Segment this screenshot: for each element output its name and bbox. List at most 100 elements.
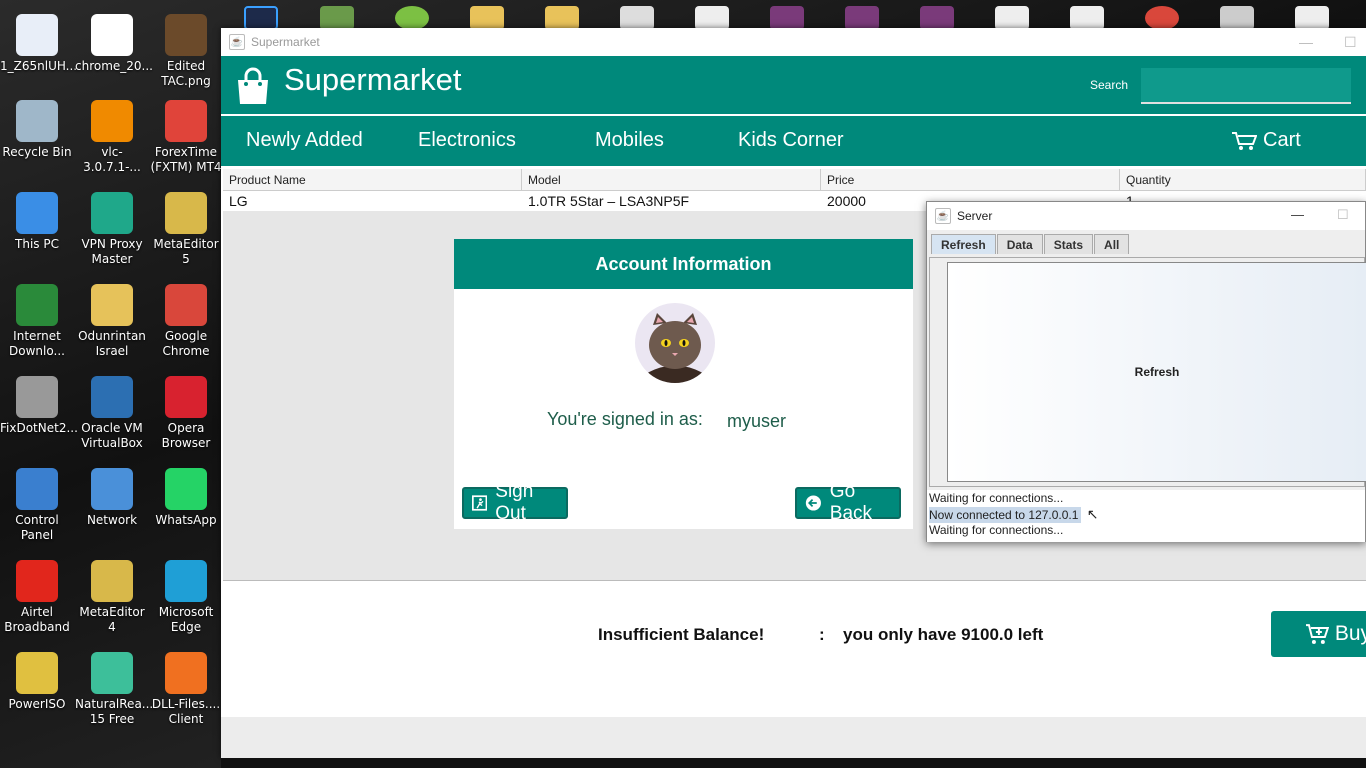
desktop-icon[interactable]: MetaEditor 5	[149, 192, 223, 267]
desktop-icon[interactable]: 1_Z65nlUH...	[0, 14, 77, 74]
column-header[interactable]: Model	[522, 169, 821, 190]
user-folder-icon	[91, 284, 133, 326]
winrar-icon[interactable]	[845, 6, 879, 30]
file-icon[interactable]	[620, 6, 654, 30]
desktop-icon[interactable]: WhatsApp	[149, 468, 223, 528]
desktop-icon-label: ForexTime (FXTM) MT4	[150, 145, 222, 174]
log-line: Waiting for connections...	[929, 491, 1064, 505]
cat-avatar-icon	[647, 313, 703, 383]
sign-out-button[interactable]: Sign Out	[462, 481, 568, 524]
metaeditor-icon	[91, 560, 133, 602]
photoshop-icon[interactable]	[244, 6, 278, 30]
log-line: Waiting for connections...	[929, 523, 1064, 537]
desktop-icon[interactable]: chrome_20...	[75, 14, 153, 74]
refresh-button[interactable]: Refresh	[947, 262, 1366, 482]
back-arrow-icon	[805, 495, 821, 511]
desktop-icon-label: MetaEditor 5	[153, 237, 219, 266]
desktop-icon[interactable]: Opera Browser	[149, 376, 223, 451]
window-title: Supermarket	[251, 35, 320, 49]
desktop-icon-label: WhatsApp	[155, 513, 217, 527]
tab-data[interactable]: Data	[996, 234, 1043, 254]
recycle-bin-icon	[16, 100, 58, 142]
nav-kids-corner[interactable]: Kids Corner	[738, 129, 844, 152]
folder-icon[interactable]	[545, 6, 579, 30]
username: myuser	[727, 411, 787, 431]
desktop-icon-label: Oracle VM VirtualBox	[81, 421, 143, 450]
desktop-icon[interactable]: Recycle Bin	[0, 100, 74, 160]
minimize-icon[interactable]: —	[1291, 207, 1304, 222]
nav-bar: Newly Added Electronics Mobiles Kids Cor…	[221, 116, 1366, 166]
tab-all[interactable]: All	[1094, 234, 1130, 254]
desktop-icon[interactable]: Internet Downlo...	[0, 284, 74, 359]
column-header[interactable]: Quantity	[1120, 169, 1366, 190]
folder-icon[interactable]	[470, 6, 504, 30]
taskbar-icons-strip	[240, 0, 1366, 30]
winrar-icon[interactable]	[920, 6, 954, 30]
nav-mobiles[interactable]: Mobiles	[595, 129, 664, 152]
desktop-icon-label: PowerISO	[8, 697, 66, 711]
desktop-icon-label: Edited TAC.png	[161, 59, 211, 88]
desktop-icon[interactable]: Control Panel	[0, 468, 74, 543]
app-icon[interactable]	[320, 6, 354, 30]
server-title: Server	[957, 209, 993, 223]
file-icon[interactable]	[1295, 6, 1329, 30]
nav-newly-added[interactable]: Newly Added	[246, 129, 363, 152]
server-log[interactable]: Waiting for connections... Now connected…	[927, 490, 1365, 542]
desktop-icon-label: Odunrintan Israel	[78, 329, 146, 358]
maximize-icon[interactable]: ☐	[1337, 207, 1349, 223]
tab-stats[interactable]: Stats	[1043, 234, 1094, 254]
minimize-icon[interactable]: —	[1299, 34, 1313, 50]
file-icon[interactable]	[1220, 6, 1254, 30]
dll-files-icon	[165, 652, 207, 694]
java-icon: ☕	[935, 208, 951, 224]
search-input[interactable]	[1141, 68, 1351, 104]
tab-panel: Refresh	[929, 257, 1366, 487]
desktop-icon[interactable]: This PC	[0, 192, 74, 252]
desktop-icon[interactable]: FixDotNet2...	[0, 376, 78, 436]
tab-refresh[interactable]: Refresh	[931, 234, 996, 254]
cart-button[interactable]: Cart	[1231, 129, 1301, 152]
pdf-icon[interactable]	[695, 6, 729, 30]
desktop-icon[interactable]: VPN Proxy Master	[75, 192, 149, 267]
maximize-icon[interactable]: ☐	[1344, 34, 1357, 51]
desktop-icon[interactable]: Microsoft Edge	[149, 560, 223, 635]
cart-plus-icon	[1305, 624, 1329, 644]
desktop-icon[interactable]: Odunrintan Israel	[75, 284, 149, 359]
desktop-icon-label: vlc-3.0.7.1-...	[83, 145, 141, 174]
column-header[interactable]: Product Name	[223, 169, 522, 190]
edge-icon	[165, 560, 207, 602]
window-titlebar: ☕ Supermarket — ☐	[221, 28, 1366, 56]
desktop-icon[interactable]: NaturalRea... 15 Free	[75, 652, 153, 727]
network-icon	[91, 468, 133, 510]
desktop-icon[interactable]: Oracle VM VirtualBox	[75, 376, 149, 451]
desktop-icon[interactable]: PowerISO	[0, 652, 74, 712]
desktop-icon[interactable]: MetaEditor 4	[75, 560, 149, 635]
desktop-icon[interactable]: DLL-Files.... Client	[149, 652, 223, 727]
desktop-icon[interactable]: ForexTime (FXTM) MT4	[149, 100, 223, 175]
cart-label: Cart	[1263, 129, 1301, 151]
sign-out-label: Sign Out	[495, 481, 534, 524]
nav-electronics[interactable]: Electronics	[418, 129, 516, 152]
chrome-icon[interactable]	[1145, 6, 1179, 30]
go-back-button[interactable]: Go Back	[795, 481, 901, 524]
desktop-icon-label: Google Chrome	[162, 329, 210, 358]
winrar-icon[interactable]	[770, 6, 804, 30]
desktop-icon[interactable]: Network	[75, 468, 149, 528]
app-icon[interactable]	[395, 6, 429, 30]
desktop-icon-label: MetaEditor 4	[79, 605, 145, 634]
buy-button[interactable]: Buy	[1271, 611, 1366, 657]
document-icon[interactable]	[995, 6, 1029, 30]
chrome-icon	[165, 284, 207, 326]
airtel-icon	[16, 560, 58, 602]
separator: :	[819, 625, 825, 644]
desktop-icon[interactable]: Airtel Broadband	[0, 560, 74, 635]
log-line-selected: Now connected to 127.0.0.1	[929, 507, 1082, 523]
desktop-icon[interactable]: vlc-3.0.7.1-...	[75, 100, 149, 175]
desktop-icon-label: This PC	[15, 237, 59, 251]
desktop-icon[interactable]: Google Chrome	[149, 284, 223, 359]
document-icon[interactable]	[1070, 6, 1104, 30]
column-header[interactable]: Price	[821, 169, 1120, 190]
desktop-icon[interactable]: Edited TAC.png	[149, 14, 223, 89]
desktop-icon-label: Microsoft Edge	[158, 605, 214, 634]
vpn-icon	[91, 192, 133, 234]
